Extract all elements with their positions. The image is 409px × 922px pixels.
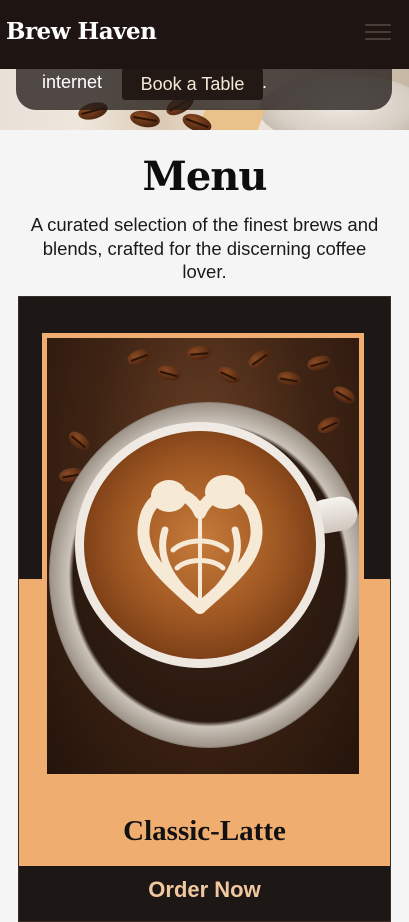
hero-text-prefix: internet: [42, 72, 103, 92]
latte-art-heart: [137, 475, 263, 614]
coffee-bean-image: [245, 346, 273, 372]
order-now-button[interactable]: Order Now: [19, 877, 390, 903]
coffee-bean-image: [155, 363, 183, 383]
navbar: Brew Haven: [0, 0, 409, 69]
hamburger-menu-icon[interactable]: [365, 24, 391, 42]
brand-logo[interactable]: Brew Haven: [6, 18, 157, 45]
menu-title: Menu: [142, 153, 268, 200]
menu-item-title: Classic-Latte: [123, 815, 286, 847]
coffee-bean-image: [65, 427, 93, 455]
latte-art-image: [47, 338, 359, 774]
coffee-bean-image: [186, 344, 212, 362]
coffee-bean-image: [125, 346, 153, 368]
book-table-button[interactable]: Book a Table: [122, 68, 263, 100]
coffee-bean-image: [215, 363, 243, 387]
coffee-bean-image: [275, 370, 303, 388]
coffee-bean-image: [330, 382, 358, 408]
coffee-bean-image: [128, 108, 162, 130]
menu-item-card: Classic-Latte Order Now: [18, 296, 391, 922]
card-image-frame: [42, 333, 364, 779]
coffee-bean-image: [305, 353, 333, 373]
menu-subtitle: A curated selection of the finest brews …: [30, 214, 379, 282]
hero-text: internet .: [42, 72, 267, 93]
coffee-bean-image: [315, 413, 343, 437]
